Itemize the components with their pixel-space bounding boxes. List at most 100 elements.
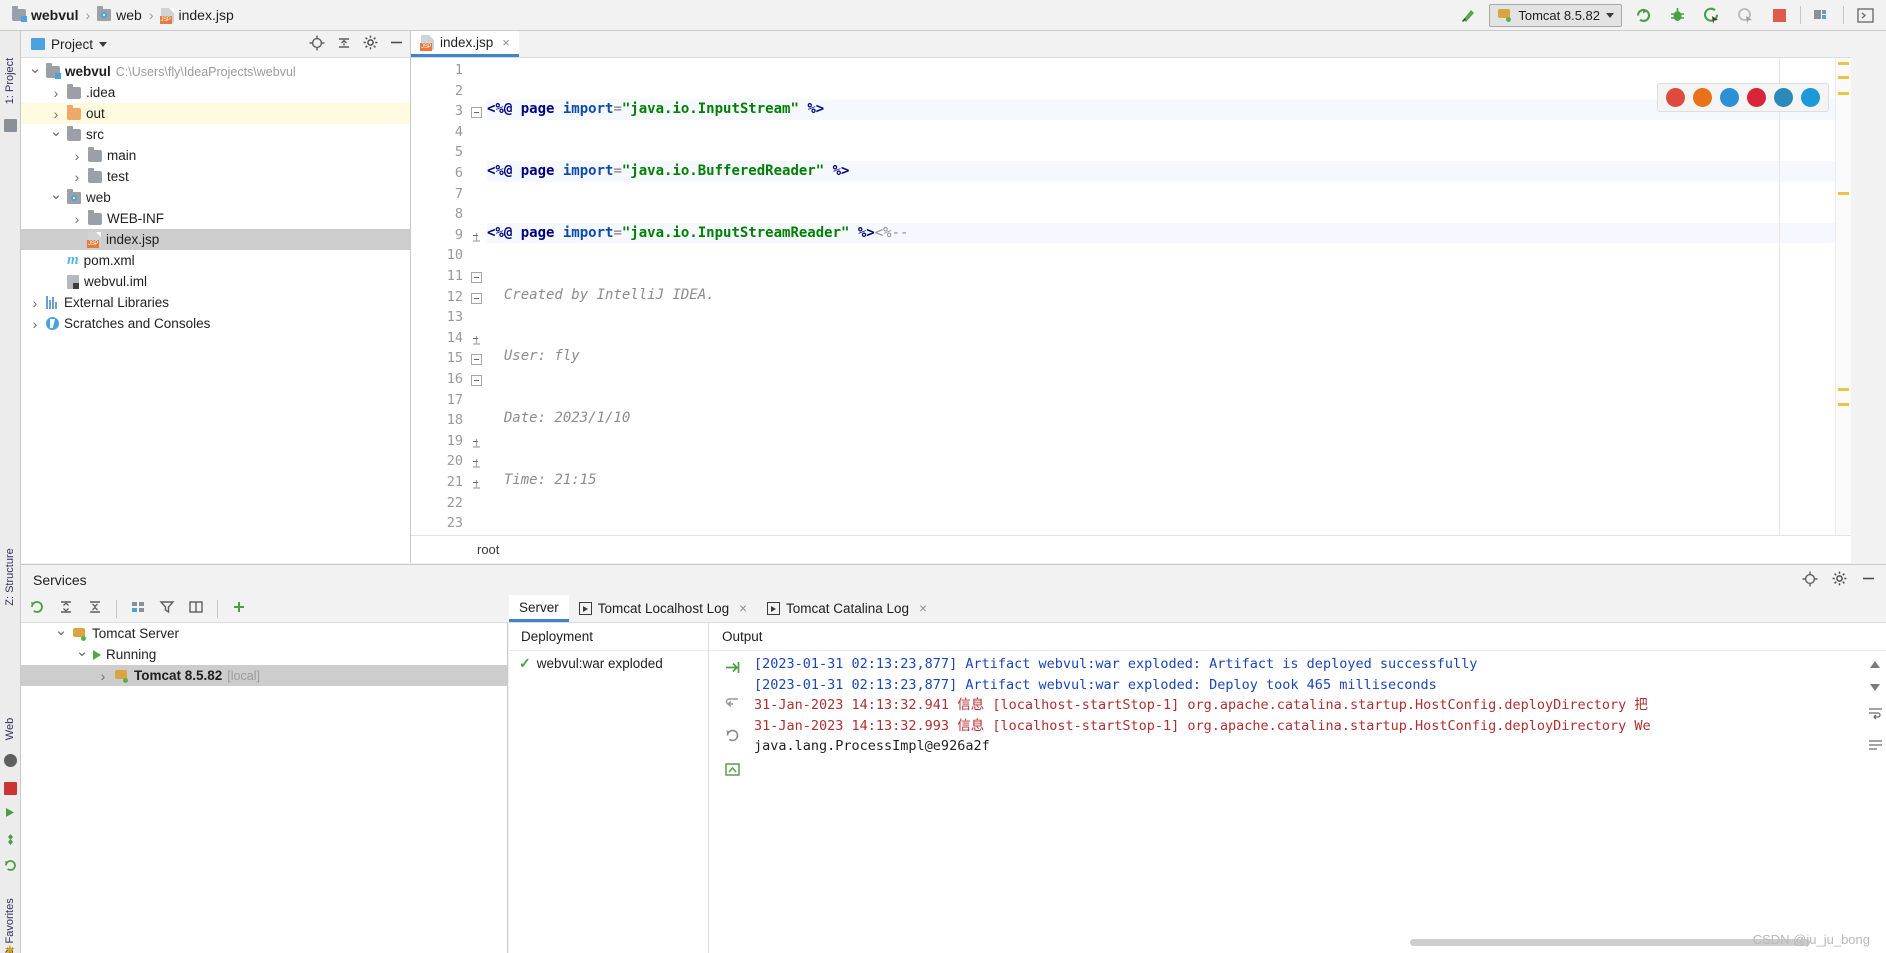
run-configuration-selector[interactable]: Tomcat 8.5.82 <box>1489 3 1622 27</box>
tree-item-src[interactable]: src <box>21 124 410 145</box>
chevron-right-icon[interactable] <box>97 671 109 681</box>
edge-legacy-icon[interactable] <box>1774 88 1793 107</box>
hide-panel-icon[interactable] <box>1861 571 1876 589</box>
edge-icon[interactable] <box>1801 88 1820 107</box>
log-tab-tomcat-catalina-log[interactable]: Tomcat Catalina Log × <box>757 595 937 622</box>
log-tab-server[interactable]: Server <box>509 595 569 622</box>
rail-button-web[interactable]: Web <box>4 709 16 749</box>
tree-item-test[interactable]: test <box>21 166 410 187</box>
rail-button-structure[interactable]: Z: Structure <box>4 547 16 607</box>
chevron-right-icon[interactable] <box>29 319 41 329</box>
scroll-down-icon[interactable] <box>1870 684 1880 691</box>
tree-item-scratches-and-consoles[interactable]: Scratches and Consoles <box>21 313 410 334</box>
breadcrumb-item-web[interactable]: web <box>97 6 142 23</box>
wrap-lines-icon[interactable] <box>1868 707 1883 723</box>
open-terminal-icon[interactable] <box>1852 3 1878 27</box>
scroll-to-end-icon[interactable] <box>724 659 741 679</box>
layout-icon[interactable] <box>188 599 204 618</box>
locate-icon[interactable] <box>1802 571 1818 590</box>
chevron-down-icon[interactable] <box>76 651 88 659</box>
folder-rail-icon[interactable] <box>4 119 17 132</box>
tree-item-web-inf[interactable]: WEB-INF <box>21 208 410 229</box>
code-fold-toggle[interactable] <box>471 107 482 119</box>
gear-icon[interactable] <box>1832 571 1847 589</box>
code-fold-toggle[interactable] <box>471 231 482 242</box>
editor-marker-bar[interactable] <box>1835 58 1851 535</box>
log-tab-tomcat-localhost-log[interactable]: Tomcat Localhost Log × <box>569 595 757 622</box>
refresh-icon[interactable] <box>724 727 741 747</box>
tree-item-out[interactable]: out <box>21 103 410 124</box>
horizontal-scrollbar[interactable] <box>1410 939 1810 946</box>
chevron-right-icon[interactable] <box>71 214 83 224</box>
chevron-right-icon[interactable] <box>29 298 41 308</box>
rerun-icon[interactable] <box>29 599 45 618</box>
expand-all-icon[interactable] <box>58 599 74 618</box>
editor-code-content[interactable]: <%@ page import="java.io.InputStream" %>… <box>487 58 1851 535</box>
firefox-icon[interactable] <box>1693 88 1712 107</box>
star-rail-icon[interactable]: ★ <box>4 943 17 953</box>
deployment-item[interactable]: ✓ webvul:war exploded <box>509 651 708 675</box>
tab-index-jsp[interactable]: index.jsp × <box>411 31 519 57</box>
services-tree-item-tomcat-server[interactable]: Tomcat Server <box>21 623 507 644</box>
debug-icon[interactable] <box>1664 3 1690 27</box>
soft-wrap-icon[interactable] <box>724 693 741 713</box>
filter-icon[interactable] <box>159 599 175 618</box>
locate-file-icon[interactable] <box>309 35 325 54</box>
code-fold-toggle[interactable] <box>471 354 482 366</box>
hide-panel-icon[interactable] <box>389 35 404 53</box>
tree-item-pom-xml[interactable]: m pom.xml <box>21 250 410 271</box>
code-fold-toggle[interactable] <box>471 272 482 283</box>
close-icon[interactable]: × <box>739 601 747 616</box>
chevron-down-icon[interactable] <box>55 630 67 638</box>
run-with-coverage-icon[interactable] <box>1698 3 1724 27</box>
services-tree-item-tomcat-8-5-82[interactable]: Tomcat 8.5.82 [local] <box>21 665 507 686</box>
group-icon[interactable] <box>130 599 146 618</box>
tree-item-index-jsp[interactable]: index.jsp <box>21 229 410 250</box>
run-rail-icon[interactable] <box>4 806 17 819</box>
chevron-down-icon[interactable] <box>50 131 62 139</box>
export-icon[interactable] <box>724 761 741 781</box>
minimize-icon[interactable] <box>1868 739 1883 755</box>
scroll-up-icon[interactable] <box>1870 661 1880 668</box>
code-fold-toggle[interactable] <box>471 478 482 489</box>
chevron-right-icon[interactable] <box>71 172 83 182</box>
stop-icon[interactable] <box>1766 3 1792 27</box>
breadcrumb-item-project[interactable]: webvul <box>12 6 78 23</box>
close-icon[interactable]: × <box>919 601 927 616</box>
profile-icon[interactable] <box>1732 3 1758 27</box>
project-structure-icon[interactable] <box>1809 3 1835 27</box>
chrome-icon[interactable] <box>1666 88 1685 107</box>
chevron-down-icon[interactable] <box>29 68 41 76</box>
code-fold-toggle[interactable] <box>471 457 482 468</box>
services-tree-item-running[interactable]: Running <box>21 644 507 665</box>
collapse-all-icon[interactable] <box>336 35 352 54</box>
add-service-icon[interactable] <box>231 599 247 618</box>
code-fold-toggle[interactable] <box>471 334 482 345</box>
chevron-right-icon[interactable] <box>50 109 62 119</box>
run-icon[interactable] <box>1630 3 1656 27</box>
chevron-right-icon[interactable] <box>71 151 83 161</box>
tree-item--idea[interactable]: .idea <box>21 82 410 103</box>
safari-icon[interactable] <box>1720 88 1739 107</box>
output-log[interactable]: [2023-01-31 02:13:23,877] Artifact webvu… <box>754 651 1864 953</box>
gear-icon[interactable] <box>363 35 378 53</box>
code-fold-toggle[interactable] <box>471 375 482 386</box>
collapse-all-icon[interactable] <box>87 599 103 618</box>
close-icon[interactable]: × <box>502 35 510 50</box>
tree-item-main[interactable]: main <box>21 145 410 166</box>
chevron-right-icon[interactable] <box>50 88 62 98</box>
rail-button-project[interactable]: 1: Project <box>4 51 16 111</box>
opera-icon[interactable] <box>1747 88 1766 107</box>
tree-item-webvul-iml[interactable]: webvul.iml <box>21 271 410 292</box>
tree-item-webvul[interactable]: webvul C:\Users\fly\IdeaProjects\webvul <box>21 61 410 82</box>
build-rail-icon[interactable] <box>4 833 17 846</box>
stop-rail-icon[interactable] <box>4 782 17 795</box>
chevron-down-icon[interactable] <box>99 41 108 47</box>
web-rail-icon[interactable] <box>4 754 17 767</box>
tree-item-external-libraries[interactable]: External Libraries <box>21 292 410 313</box>
breadcrumb-item-file[interactable]: index.jsp <box>159 7 234 24</box>
tree-item-web[interactable]: web <box>21 187 410 208</box>
hammer-build-icon[interactable] <box>1455 3 1481 27</box>
code-fold-toggle[interactable] <box>471 292 482 304</box>
refresh-rail-icon[interactable] <box>4 859 17 872</box>
